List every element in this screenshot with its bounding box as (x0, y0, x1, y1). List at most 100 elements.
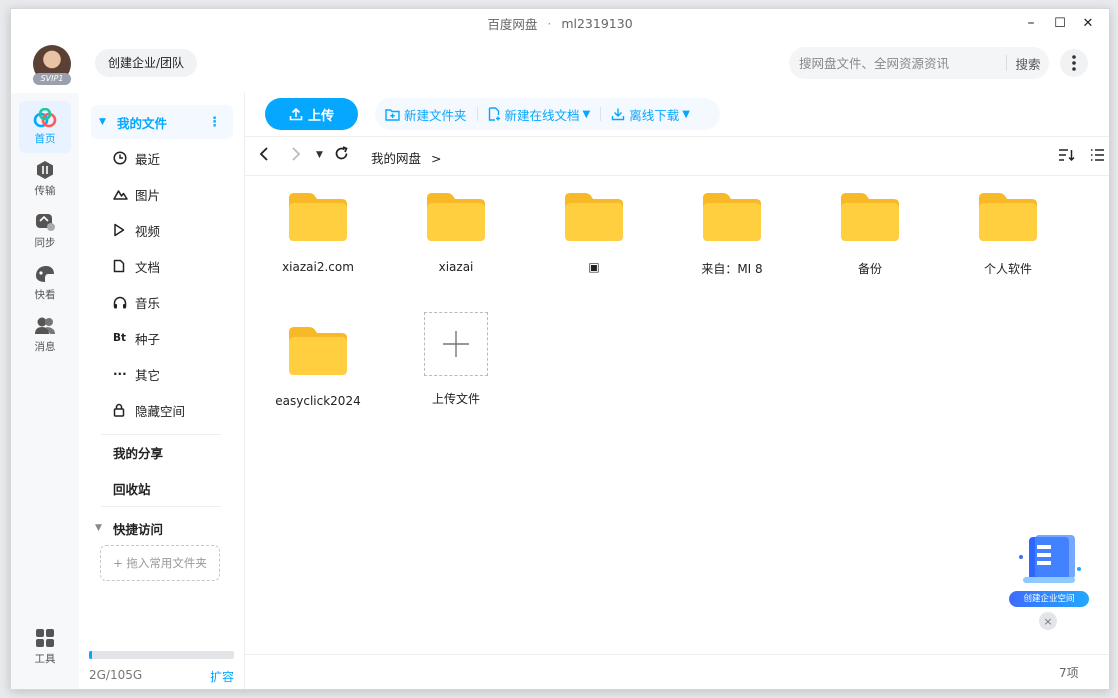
create-enterprise-space-widget[interactable]: 创建企业空间 (1009, 533, 1091, 613)
folder-icon (839, 168, 901, 246)
bt-icon: Bt (113, 332, 127, 344)
caret-down-icon: ▼ (99, 117, 106, 127)
more-vertical-small-icon[interactable]: ⋮ (208, 115, 221, 130)
play-icon (113, 223, 135, 237)
nav-message[interactable]: 消息 (19, 309, 71, 361)
sidebar-item-recent[interactable]: 最近 (91, 141, 233, 175)
title-separator: · (547, 15, 552, 31)
search-input[interactable] (799, 55, 1006, 71)
plus-icon (424, 312, 488, 376)
close-button[interactable]: ✕ (1073, 9, 1103, 37)
folder-name: xiazai2.com (282, 260, 354, 274)
folder-icon (287, 168, 349, 246)
footer-divider-line (245, 654, 1109, 655)
download-icon (612, 108, 625, 121)
sidebar-item-images[interactable]: 图片 (91, 177, 233, 211)
close-promo-button[interactable]: × (1039, 612, 1057, 630)
sidebar-item-videos[interactable]: 视频 (91, 213, 233, 247)
caret-down-icon: ▼ (682, 108, 690, 120)
sidebar-item-hidden-space-label: 隐藏空间 (135, 403, 186, 419)
folder-item[interactable]: 个人软件 (948, 168, 1068, 278)
back-arrow-icon[interactable] (259, 146, 269, 166)
tools-grid-icon (36, 629, 54, 647)
breadcrumb-arrow-icon: > (431, 151, 442, 166)
sidebar-item-hidden-space[interactable]: 隐藏空间 (91, 393, 233, 427)
search-button[interactable]: 搜索 (1007, 54, 1049, 73)
upload-file-tile[interactable]: 上传文件 (396, 302, 516, 412)
minimize-button[interactable]: – (1016, 9, 1046, 37)
breadcrumb-my-drive[interactable]: 我的网盘 > (371, 148, 441, 167)
folder-item[interactable]: xiazai2.com (258, 168, 378, 278)
more-vertical-icon[interactable] (1060, 49, 1088, 77)
nav-quick-view[interactable]: 快看 (19, 257, 71, 309)
sidebar-quick-access[interactable]: ▼ 快捷访问 (91, 511, 233, 545)
new-folder-icon (385, 108, 400, 121)
sidebar-item-others[interactable]: ··· 其它 (91, 357, 233, 391)
nav-tools[interactable]: 工具 (19, 621, 71, 673)
document-icon (113, 259, 135, 273)
nav-transfer-label: 传输 (34, 185, 56, 197)
sidebar-item-documents-label: 文档 (135, 259, 161, 275)
sidebar-my-files-label: 我的文件 (117, 115, 168, 131)
folder-item[interactable]: easyclick2024 (258, 302, 378, 412)
enterprise-space-icon (1019, 535, 1081, 583)
title-bar: 百度网盘 · ml2319130 (11, 9, 1109, 37)
sidebar-divider (101, 506, 221, 507)
new-online-doc-label: 新建在线文档 (504, 107, 580, 123)
sidebar-my-files[interactable]: ▼ 我的文件 ⋮ (91, 105, 233, 139)
offline-download-label: 离线下载 (629, 107, 680, 123)
lock-icon (113, 403, 135, 417)
nav-home[interactable]: 首页 (19, 101, 71, 153)
maximize-button[interactable]: ☐ (1045, 9, 1075, 37)
app-window: 百度网盘 · ml2319130 – ☐ ✕ SVIP1 创建企业/团队 搜索 … (10, 8, 1110, 690)
account-name: ml2319130 (561, 15, 633, 31)
history-dropdown-icon[interactable]: ▼ (316, 150, 323, 160)
enterprise-space-label: 创建企业空间 (1009, 591, 1089, 607)
new-folder-button[interactable]: 新建文件夹 (375, 98, 477, 130)
sidebar-item-videos-label: 视频 (135, 223, 161, 239)
caret-down-icon: ▼ (582, 108, 591, 120)
nav-message-label: 消息 (34, 341, 56, 353)
list-view-icon[interactable] (1090, 148, 1105, 166)
folder-name: xiazai (438, 260, 474, 274)
nav-tools-label: 工具 (34, 653, 56, 665)
refresh-icon[interactable] (334, 146, 349, 165)
folder-item[interactable]: xiazai (396, 168, 516, 278)
sidebar-item-torrents[interactable]: Bt 种子 (91, 321, 233, 355)
vip-badge: SVIP1 (33, 73, 71, 85)
nav-home-label: 首页 (34, 133, 56, 145)
sidebar: ▼ 我的文件 ⋮ 最近 图片 视频 文档 音乐 Bt 种子 ··· 其它 隐藏空… (79, 93, 245, 689)
folder-name: easyclick2024 (275, 394, 361, 408)
folder-item[interactable]: 来自：MI 8 (672, 168, 792, 278)
home-icon (33, 108, 57, 128)
offline-download-button[interactable]: 离线下载 ▼ (601, 98, 700, 130)
sidebar-item-documents[interactable]: 文档 (91, 249, 233, 283)
sidebar-item-music[interactable]: 音乐 (91, 285, 233, 319)
expand-storage-link[interactable]: 扩容 (210, 668, 234, 685)
sync-icon (36, 214, 55, 231)
caret-down-icon: ▼ (95, 523, 102, 533)
new-online-doc-button[interactable]: 新建在线文档 ▼ (478, 98, 601, 130)
sidebar-item-music-label: 音乐 (135, 295, 161, 311)
folder-item[interactable]: 备份 (810, 168, 930, 278)
quick-view-icon (36, 266, 54, 282)
sort-icon[interactable] (1058, 148, 1075, 166)
folder-item[interactable]: ▣ (534, 168, 654, 278)
item-count: 7项 (1059, 666, 1079, 680)
storage-bar-fill (89, 651, 92, 659)
quick-access-drop-zone[interactable]: + 拖入常用文件夹 (100, 545, 220, 581)
create-team-button[interactable]: 创建企业/团队 (95, 49, 198, 77)
toolbar-group: 新建文件夹 新建在线文档 ▼ 离线下载 ▼ (375, 98, 720, 130)
sidebar-recycle-bin-label: 回收站 (113, 481, 151, 497)
sidebar-my-share[interactable]: 我的分享 (91, 435, 233, 469)
nav-transfer[interactable]: 传输 (19, 153, 71, 205)
nav-quick-view-label: 快看 (34, 289, 56, 301)
sidebar-item-images-label: 图片 (135, 187, 161, 203)
upload-button-label: 上传 (307, 108, 334, 124)
upload-button[interactable]: 上传 (265, 98, 358, 130)
breadcrumb-label: 我的网盘 (371, 151, 422, 166)
nav-sync[interactable]: 同步 (19, 205, 71, 257)
sidebar-recycle-bin[interactable]: 回收站 (91, 471, 233, 505)
image-icon (113, 188, 135, 200)
forward-arrow-icon[interactable] (291, 146, 301, 166)
